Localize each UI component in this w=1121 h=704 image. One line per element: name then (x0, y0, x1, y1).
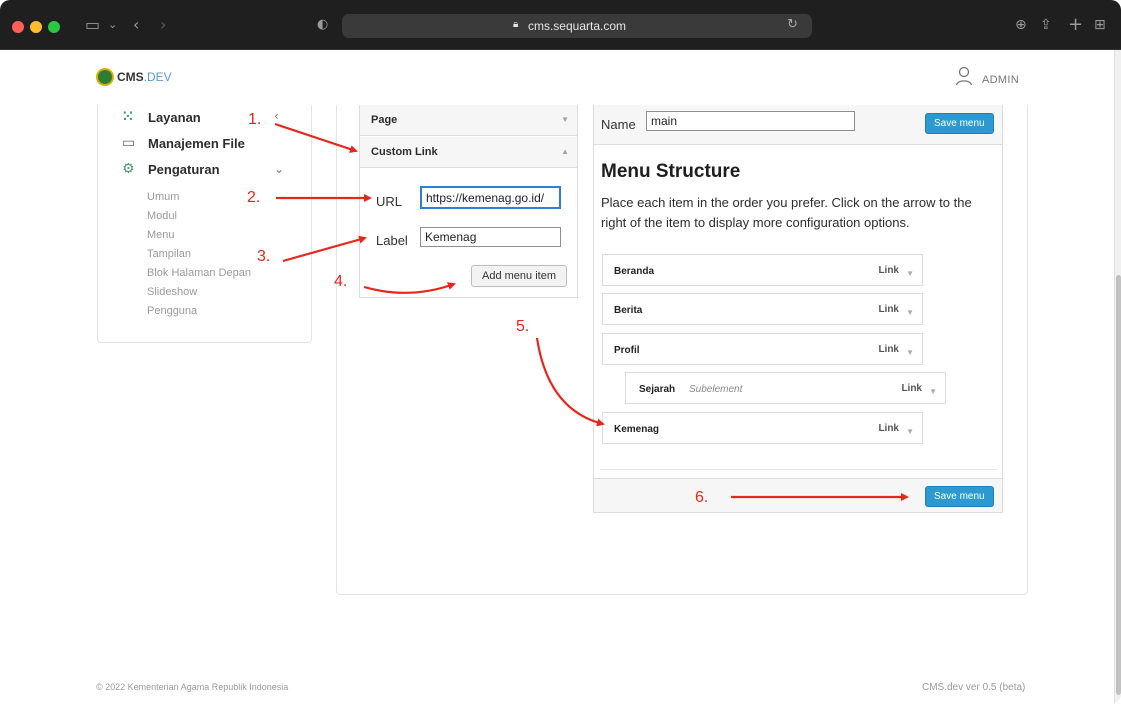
menu-item-subelement-tag: Subelement (689, 384, 743, 395)
address-url: cms.sequarta.com (527, 19, 627, 33)
minimize-window-button[interactable] (30, 21, 42, 33)
footer-copyright: © 2022 Kementerian Agama Republik Indone… (96, 682, 289, 692)
label-label: Label (376, 233, 408, 248)
shield-icon[interactable]: ◐ (317, 14, 328, 36)
menu-item-berita[interactable]: Berita Link ▼ (602, 293, 923, 325)
sidebar-subitem-umum[interactable]: Umum (147, 191, 179, 203)
menu-item-profil[interactable]: Profil Link ▼ (602, 333, 923, 365)
reload-icon[interactable]: ↻ (787, 17, 798, 32)
logo-icon (96, 68, 114, 86)
sidebar-item-label: Layanan (148, 110, 201, 125)
annotation-step-1: 1. (248, 111, 262, 128)
add-menu-item-button[interactable]: Add menu item (471, 265, 567, 287)
sidebar-toggle-icon[interactable]: ▭ (85, 14, 100, 36)
address-bar[interactable]: 🔒︎ cms.sequarta.com ↻ (342, 14, 812, 38)
chevron-left-icon[interactable]: ‹ (274, 109, 279, 123)
chevron-down-icon[interactable]: ⌄ (108, 14, 117, 36)
sidebar-subitem-blok-halaman-depan[interactable]: Blok Halaman Depan (147, 267, 251, 279)
sidebar-subitem-pengguna[interactable]: Pengguna (147, 305, 197, 317)
menu-item-type: Link (878, 265, 899, 276)
sidebar-subitem-modul[interactable]: Modul (147, 210, 177, 222)
url-label: URL (376, 194, 403, 209)
menu-item-beranda[interactable]: Beranda Link ▼ (602, 254, 923, 286)
forward-icon[interactable]: › (160, 14, 166, 36)
caret-down-icon[interactable]: ▼ (906, 427, 914, 436)
sidebar-item-label: Manajemen File (148, 136, 245, 151)
menu-structure-title: Menu Structure (601, 161, 741, 182)
menu-item-label: Sejarah (639, 384, 676, 395)
menu-item-type: Link (878, 304, 899, 315)
menu-item-label: Profil (614, 345, 640, 356)
caret-down-icon[interactable]: ▼ (906, 308, 914, 317)
browser-toolbar: ▭ ⌄ ‹ › ◐ 🔒︎ cms.sequarta.com ↻ ⊕ ⇪ + ⊞ (0, 0, 1121, 50)
caret-down-icon[interactable]: ▼ (906, 269, 914, 278)
menu-footer-bar: Save menu (594, 478, 1002, 512)
browser-window: ▭ ⌄ ‹ › ◐ 🔒︎ cms.sequarta.com ↻ ⊕ ⇪ + ⊞ … (0, 0, 1121, 704)
folder-icon: ▭ (122, 135, 136, 151)
scrollbar-thumb[interactable] (1116, 275, 1121, 695)
menu-name-bar: Name Save menu (594, 105, 1002, 145)
sidebar-subitem-tampilan[interactable]: Tampilan (147, 248, 191, 260)
share-icon[interactable]: ⇪ (1040, 14, 1052, 36)
caret-up-icon: ▲ (561, 147, 569, 156)
menu-item-label: Berita (614, 305, 643, 316)
menu-item-label: Kemenag (614, 424, 660, 435)
label-input[interactable] (420, 227, 561, 247)
tab-overview-icon[interactable]: ⊞ (1094, 14, 1106, 36)
annotation-step-6: 6. (695, 489, 709, 506)
accordion-page-label: Page (371, 114, 398, 126)
app-logo[interactable]: CMS.DEV (117, 70, 172, 84)
menu-structure-description: Place each item in the order you prefer.… (601, 195, 972, 230)
logo-text-accent: .DEV (143, 70, 172, 84)
user-icon[interactable] (955, 66, 973, 86)
annotation-step-5: 5. (516, 318, 530, 335)
footer-version: CMS.dev ver 0.5 (beta) (922, 682, 1026, 693)
sidebar-item-label: Pengaturan (148, 162, 220, 177)
annotation-step-4: 4. (334, 273, 348, 290)
menu-name-label: Name (601, 117, 636, 132)
caret-down-icon: ▼ (561, 115, 569, 124)
download-icon[interactable]: ⊕ (1015, 14, 1027, 36)
menu-item-kemenag[interactable]: Kemenag Link ▼ (602, 412, 923, 444)
add-items-accordion: Page ▼ Custom Link ▲ URL Label Add menu … (359, 105, 578, 298)
menu-item-sejarah[interactable]: Sejarah Subelement Link ▼ (625, 372, 946, 404)
save-menu-button-top[interactable]: Save menu (925, 113, 994, 134)
grid-dots-icon: ⁙ (122, 109, 134, 125)
user-menu[interactable]: ADMIN (982, 74, 1019, 86)
menu-item-type: Link (878, 423, 899, 434)
sidebar-subitem-menu[interactable]: Menu (147, 229, 175, 241)
menu-item-type: Link (878, 344, 899, 355)
menu-structure-panel: Name Save menu Menu Structure Place each… (593, 105, 1003, 513)
sidebar: ⁙ Layanan ‹ ▭ Manajemen File ⚙ Pengatura… (97, 105, 312, 343)
chevron-down-icon[interactable]: ⌄ (274, 162, 284, 176)
accordion-custom-link-header[interactable]: Custom Link ▲ (360, 137, 577, 168)
page-scrollbar[interactable] (1114, 50, 1121, 704)
save-menu-button-bottom[interactable]: Save menu (925, 486, 994, 507)
caret-down-icon[interactable]: ▼ (906, 348, 914, 357)
gear-icon: ⚙ (122, 161, 135, 177)
close-window-button[interactable] (12, 21, 24, 33)
accordion-page-header[interactable]: Page ▼ (360, 105, 577, 136)
app-header: CMS.DEV ADMIN (0, 50, 1114, 105)
menu-item-label: Beranda (614, 266, 655, 277)
annotation-step-3: 3. (257, 248, 271, 265)
annotation-step-2: 2. (247, 189, 261, 206)
url-input[interactable] (420, 186, 561, 209)
caret-down-icon[interactable]: ▼ (929, 387, 937, 396)
menu-item-type: Link (901, 383, 922, 394)
menu-name-input[interactable] (646, 111, 855, 131)
logo-text-main: CMS (117, 70, 144, 84)
divider (600, 469, 997, 470)
accordion-custom-link-label: Custom Link (371, 146, 438, 158)
zoom-window-button[interactable] (48, 21, 60, 33)
new-tab-icon[interactable]: + (1068, 14, 1083, 36)
back-icon[interactable]: ‹ (133, 14, 139, 36)
sidebar-subitem-slideshow[interactable]: Slideshow (147, 286, 197, 298)
